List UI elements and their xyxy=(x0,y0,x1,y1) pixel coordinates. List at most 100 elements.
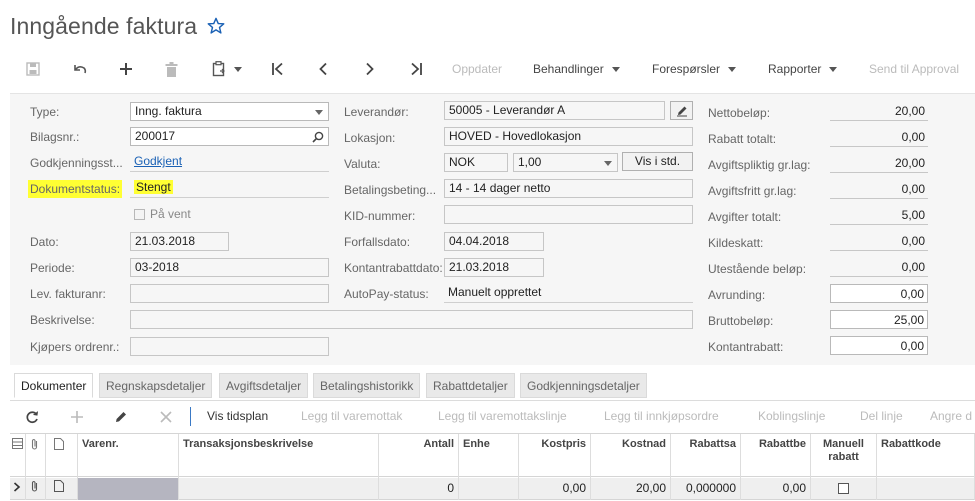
cell-kostpris[interactable]: 0,00 xyxy=(519,478,591,500)
rapporter-label: Rapporter xyxy=(768,62,822,76)
beskrivelse-field[interactable] xyxy=(130,310,693,329)
oppdater-button[interactable]: Oppdater xyxy=(452,62,502,76)
dokumentstatus-field: Stengt xyxy=(130,179,329,198)
table-row[interactable]: 0 0,00 20,00 0,000000 0,00 xyxy=(10,478,975,500)
col-manuell-rabatt[interactable]: Manuell rabatt xyxy=(811,434,877,478)
vis-i-std-button[interactable]: Vis i std. xyxy=(622,152,693,171)
previous-record-icon[interactable] xyxy=(315,60,331,78)
legg-til-innkjopsordre-button[interactable]: Legg til innkjøpsordre xyxy=(604,409,719,423)
row-note-icon[interactable] xyxy=(46,478,78,500)
tab-rabattdetaljer[interactable]: Rabattdetaljer xyxy=(426,373,515,398)
nettobelop-value: 20,00 xyxy=(830,102,928,121)
periode-field[interactable]: 03-2018 xyxy=(130,258,329,277)
kurs-select[interactable]: 1,00 xyxy=(513,153,618,172)
type-select[interactable]: Inng. faktura xyxy=(130,102,329,121)
bilagsnr-field[interactable]: 200017 xyxy=(130,127,329,146)
cell-kostnad[interactable]: 20,00 xyxy=(591,478,671,500)
col-kostnad[interactable]: Kostnad xyxy=(591,434,671,478)
valuta-field[interactable]: NOK xyxy=(444,153,508,172)
pencil-icon xyxy=(676,106,687,117)
cell-transaksjonsbeskrivelse[interactable] xyxy=(179,478,379,500)
nettobelop-label: Nettobeløp: xyxy=(708,106,771,120)
refresh-icon[interactable] xyxy=(25,410,39,424)
avrunding-field[interactable]: 0,00 xyxy=(830,284,928,303)
tab-betalingshistorikk[interactable]: Betalingshistorikk xyxy=(313,373,421,398)
autopay-status-field: Manuelt opprettet xyxy=(444,284,693,303)
cell-rabattkode[interactable] xyxy=(877,478,975,500)
koblingslinje-button[interactable]: Koblingslinje xyxy=(758,409,825,423)
favorite-star-icon[interactable] xyxy=(207,17,225,35)
col-rabattsats[interactable]: Rabattsa xyxy=(671,434,741,478)
betalingsbetingelser-field[interactable]: 14 - 14 dager netto xyxy=(444,179,693,198)
leverandor-field[interactable]: 50005 - Leverandør A xyxy=(444,101,665,120)
delete-icon[interactable] xyxy=(163,60,179,78)
tab-dokumenter[interactable]: Dokumenter xyxy=(14,373,94,398)
col-kostpris[interactable]: Kostpris xyxy=(519,434,591,478)
utestaende-value: 0,00 xyxy=(830,258,928,277)
avgifter-totalt-label: Avgifter totalt: xyxy=(708,210,782,224)
col-varenr[interactable]: Varenr. xyxy=(78,434,179,478)
type-label: Type: xyxy=(30,105,60,119)
tab-regnskapsdetaljer[interactable]: Regnskapsdetaljer xyxy=(99,373,213,398)
cell-rabattsats[interactable]: 0,000000 xyxy=(671,478,741,500)
last-record-icon[interactable] xyxy=(408,60,424,78)
chevron-down-icon xyxy=(611,67,620,73)
type-value: Inng. faktura xyxy=(135,104,202,118)
dokumentstatus-label: Dokumentstatus: xyxy=(28,180,123,198)
cell-varenr[interactable] xyxy=(78,478,179,500)
col-rabattbelop[interactable]: Rabattbe xyxy=(741,434,811,478)
col-rabattkode[interactable]: Rabattkode xyxy=(877,434,975,478)
tab-godkjenningsdetaljer[interactable]: Godkjenningsdetaljer xyxy=(520,373,647,398)
col-enhet[interactable]: Enhe xyxy=(459,434,519,478)
utestaende-label: Utestående beløp: xyxy=(708,262,807,276)
kid-nummer-field[interactable] xyxy=(444,205,693,224)
rapporter-menu[interactable]: Rapporter xyxy=(768,62,838,76)
del-linje-button[interactable]: Del linje xyxy=(860,409,903,423)
search-icon[interactable] xyxy=(312,131,324,143)
dato-field[interactable]: 21.03.2018 xyxy=(130,232,229,251)
kjopers-ordrenr-field[interactable] xyxy=(130,337,329,356)
forfallsdato-label: Forfallsdato: xyxy=(344,235,411,249)
legg-til-varemottak-button[interactable]: Legg til varemottak xyxy=(301,409,402,423)
cell-antall[interactable]: 0 xyxy=(379,478,459,500)
cell-enhet[interactable] xyxy=(459,478,519,500)
paa-vent-checkbox[interactable] xyxy=(134,209,145,220)
kontantrabattdato-field[interactable]: 21.03.2018 xyxy=(444,258,544,277)
copy-paste-icon[interactable] xyxy=(208,60,246,78)
add-row-icon[interactable] xyxy=(70,410,84,424)
lev-fakturanr-field[interactable] xyxy=(130,284,329,303)
first-record-icon[interactable] xyxy=(270,60,286,78)
next-record-icon[interactable] xyxy=(362,60,378,78)
vis-tidsplan-button[interactable]: Vis tidsplan xyxy=(207,409,268,423)
close-icon[interactable] xyxy=(159,410,173,424)
edit-leverandor-button[interactable] xyxy=(670,101,693,120)
toolbar-divider xyxy=(190,407,191,426)
undo-icon[interactable] xyxy=(71,60,87,78)
col-antall[interactable]: Antall xyxy=(379,434,459,478)
foresporsler-menu[interactable]: Forespørsler xyxy=(652,62,737,76)
bruttobelop-field[interactable]: 25,00 xyxy=(830,310,928,329)
col-transaksjonsbeskrivelse[interactable]: Transaksjonsbeskrivelse xyxy=(179,434,379,478)
bilagsnr-value: 200017 xyxy=(135,129,176,143)
pencil-icon[interactable] xyxy=(114,410,128,424)
tab-avgiftsdetaljer[interactable]: Avgiftsdetaljer xyxy=(219,373,309,398)
forfallsdato-field[interactable]: 04.04.2018 xyxy=(444,232,544,251)
rabatt-totalt-label: Rabatt totalt: xyxy=(708,132,777,146)
lokasjon-field[interactable]: HOVED - Hovedlokasjon xyxy=(444,127,693,146)
save-icon[interactable] xyxy=(25,60,41,78)
behandlinger-menu[interactable]: Behandlinger xyxy=(533,62,620,76)
rabatt-totalt-value: 0,00 xyxy=(830,128,928,147)
row-selector-icon[interactable] xyxy=(10,478,26,500)
manuell-rabatt-checkbox[interactable] xyxy=(838,483,849,494)
kontantrabatt-label: Kontantrabatt: xyxy=(708,340,784,354)
godkjent-link[interactable]: Godkjent xyxy=(134,154,182,168)
page-title: Inngående faktura xyxy=(10,12,198,39)
send-til-approval-button[interactable]: Send til Approval xyxy=(869,62,959,76)
row-attachment-icon[interactable] xyxy=(26,478,46,500)
cell-rabattbelop[interactable]: 0,00 xyxy=(741,478,811,500)
grid-settings-icon[interactable] xyxy=(10,434,26,478)
kontantrabatt-field[interactable]: 0,00 xyxy=(830,336,928,355)
angre-button[interactable]: Angre d xyxy=(930,409,972,423)
add-icon[interactable] xyxy=(118,60,134,78)
legg-til-varemottakslinje-button[interactable]: Legg til varemottakslinje xyxy=(438,409,567,423)
